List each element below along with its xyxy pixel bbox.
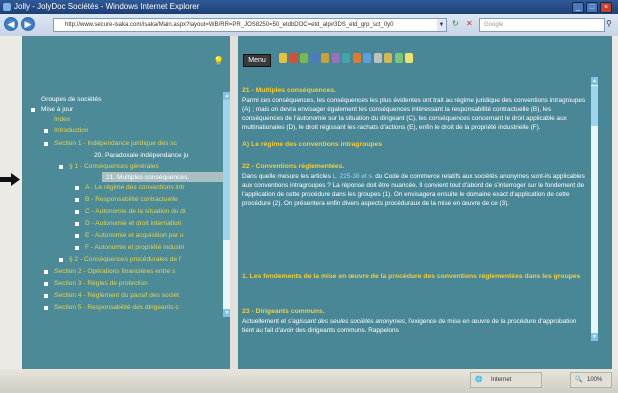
fiche-icon[interactable] <box>331 53 340 63</box>
tree-item[interactable]: § 1 - Conséquences générales <box>69 163 223 170</box>
tree-expand-icon[interactable] <box>44 142 48 146</box>
tree-expand-icon[interactable] <box>44 282 48 286</box>
favoris-icon[interactable] <box>300 53 308 63</box>
imprimer-icon[interactable] <box>310 53 319 63</box>
paragraph-23-text-a: Actuellement et <box>242 318 288 325</box>
window-titlebar: Jolly - JolyDoc Sociétés - Windows Inter… <box>0 0 618 14</box>
lightbulb-icon[interactable]: 💡 <box>213 56 224 67</box>
notes-icon[interactable] <box>373 53 382 63</box>
tree-expand-icon[interactable] <box>44 129 48 133</box>
zoom-icon: 🔍 <box>575 377 583 383</box>
tree-item[interactable]: 20. Paradoxale indépendance ju <box>94 152 223 159</box>
suivant-icon[interactable] <box>363 53 371 63</box>
navigation-bar: ◀ ▶ http://www.secure-isaka.com/isaka/Ma… <box>0 14 618 36</box>
article-link[interactable]: L. 225-38 et s. <box>333 173 374 180</box>
search-input[interactable]: Google ⚲ <box>479 18 612 32</box>
precedent-icon[interactable] <box>352 53 361 63</box>
tree-expand-icon[interactable] <box>75 222 79 226</box>
tree-item[interactable]: Section 5 - Responsabilité des dirigeant… <box>54 304 223 311</box>
outils-icon[interactable] <box>384 53 392 63</box>
search-placeholder: Google <box>484 22 504 28</box>
tree-item[interactable]: Index <box>54 116 223 123</box>
security-zone: 🌐 Internet <box>470 372 542 388</box>
doc-scroll-up-icon[interactable]: ▲ <box>591 77 598 85</box>
tree-item[interactable]: Introduction <box>54 127 223 134</box>
stop-icon[interactable]: ✕ <box>466 19 473 28</box>
envoyer-icon[interactable] <box>321 53 329 63</box>
chevron-down-icon[interactable]: ▼ <box>437 19 446 31</box>
section-title-23: 23 - Dirigeants communs. <box>242 308 325 315</box>
paragraph-22: Dans quelle mesure les articles L. 225-3… <box>242 172 588 208</box>
maximize-button[interactable]: □ <box>586 2 598 13</box>
tree-expand-icon[interactable] <box>75 186 79 190</box>
back-button[interactable]: ◀ <box>4 17 18 31</box>
zoom-control[interactable]: 🔍 100% <box>570 372 612 388</box>
tree-expand-icon[interactable] <box>44 294 48 298</box>
tree-expand-icon[interactable] <box>75 210 79 214</box>
pane-splitter[interactable] <box>230 36 238 369</box>
tree-root[interactable]: Groupes de sociétés <box>41 96 101 103</box>
tree-expand-icon[interactable] <box>59 258 63 262</box>
tree-expand-icon[interactable] <box>59 165 63 169</box>
tree-item[interactable]: Section 1 - Indépendance juridique des s… <box>54 140 223 147</box>
tree-item[interactable]: § 2 - Conséquences procédurales de l' <box>69 256 223 263</box>
section-title-21: 21 - Multiples conséquences. <box>242 87 337 94</box>
heading-fondements: 1. Les fondements de la mise en œuvre de… <box>242 273 581 280</box>
search-icon[interactable]: ⚲ <box>606 18 618 30</box>
heading-conventions: A) Le régime des conventions intragroupe… <box>242 141 383 148</box>
globe-icon: 🌐 <box>475 377 483 383</box>
tree-expand-icon[interactable] <box>44 270 48 274</box>
paragraph-23-italic: s'agissant des seules sociétés anonymes <box>287 318 405 325</box>
zoom-level: 100% <box>587 377 603 383</box>
paragraph-23: Actuellement et s'agissant des seules so… <box>242 317 588 344</box>
aide-icon[interactable] <box>279 53 287 63</box>
tree-item[interactable]: B - Responsabilité contractuelle <box>85 196 223 203</box>
tree-item[interactable]: F - Autonomie et propriété industri <box>85 244 223 251</box>
zone-label: Internet <box>491 377 512 383</box>
tree-expand-icon[interactable] <box>44 306 48 310</box>
address-url: http://www.secure-isaka.com/isaka/Main.a… <box>65 22 394 28</box>
minimize-button[interactable]: _ <box>572 2 584 13</box>
section-title-22: 22 - Conventions réglementées. <box>242 163 345 170</box>
ie-icon <box>3 3 11 11</box>
window-title: Jolly - JolyDoc Sociétés - Windows Inter… <box>14 2 200 11</box>
paragraph-22-text-a: Dans quelle mesure les articles <box>242 173 333 180</box>
address-field[interactable]: http://www.secure-isaka.com/isaka/Main.a… <box>53 18 447 32</box>
doc-scroll-down-icon[interactable]: ▼ <box>591 333 598 341</box>
tree-item[interactable]: E - Autonomie et acquisition par u <box>85 232 223 239</box>
tree-item[interactable]: Section 2 - Opérations financières entre… <box>54 268 223 275</box>
tree-item[interactable]: Section 4 - Règlement du passif des soci… <box>54 292 223 299</box>
recherche-icon[interactable] <box>342 53 350 63</box>
refresh-icon[interactable]: ↻ <box>452 19 459 28</box>
tree-expand-icon[interactable] <box>31 108 35 112</box>
tree-item[interactable]: 21. Multiples conséquences. <box>106 174 223 181</box>
tree-item[interactable]: C - Autonomie de la situation du di <box>85 208 223 215</box>
paragraph-21: Parmi ces conséquences, les conséquences… <box>242 97 586 131</box>
navigation-tree-pane <box>22 44 230 369</box>
tree-item[interactable]: A - Le régime des conventions intr <box>85 184 223 191</box>
tree-expand-icon[interactable] <box>75 246 79 250</box>
menu-button[interactable]: Menu <box>243 54 271 67</box>
tree-item[interactable]: D - Autonomie et droit internation <box>85 220 223 227</box>
tree-expand-icon[interactable] <box>75 198 79 202</box>
doc-scroll-thumb[interactable] <box>591 86 598 126</box>
tree-expand-icon[interactable] <box>75 234 79 238</box>
status-bar: 🌐 Internet 🔍 100% <box>0 369 618 393</box>
close-button[interactable]: × <box>600 2 612 13</box>
document-scrollbar[interactable]: ▲ ▼ <box>591 77 598 341</box>
pointer-arrow-icon <box>0 173 20 186</box>
tree-item[interactable]: Section 3 - Règles de protection <box>54 280 223 287</box>
config-icon[interactable] <box>394 53 403 63</box>
tree-item[interactable]: Mise à jour <box>41 106 223 113</box>
accueil-icon[interactable] <box>289 53 298 63</box>
lampe-icon[interactable] <box>405 53 413 63</box>
forward-button[interactable]: ▶ <box>21 17 35 31</box>
